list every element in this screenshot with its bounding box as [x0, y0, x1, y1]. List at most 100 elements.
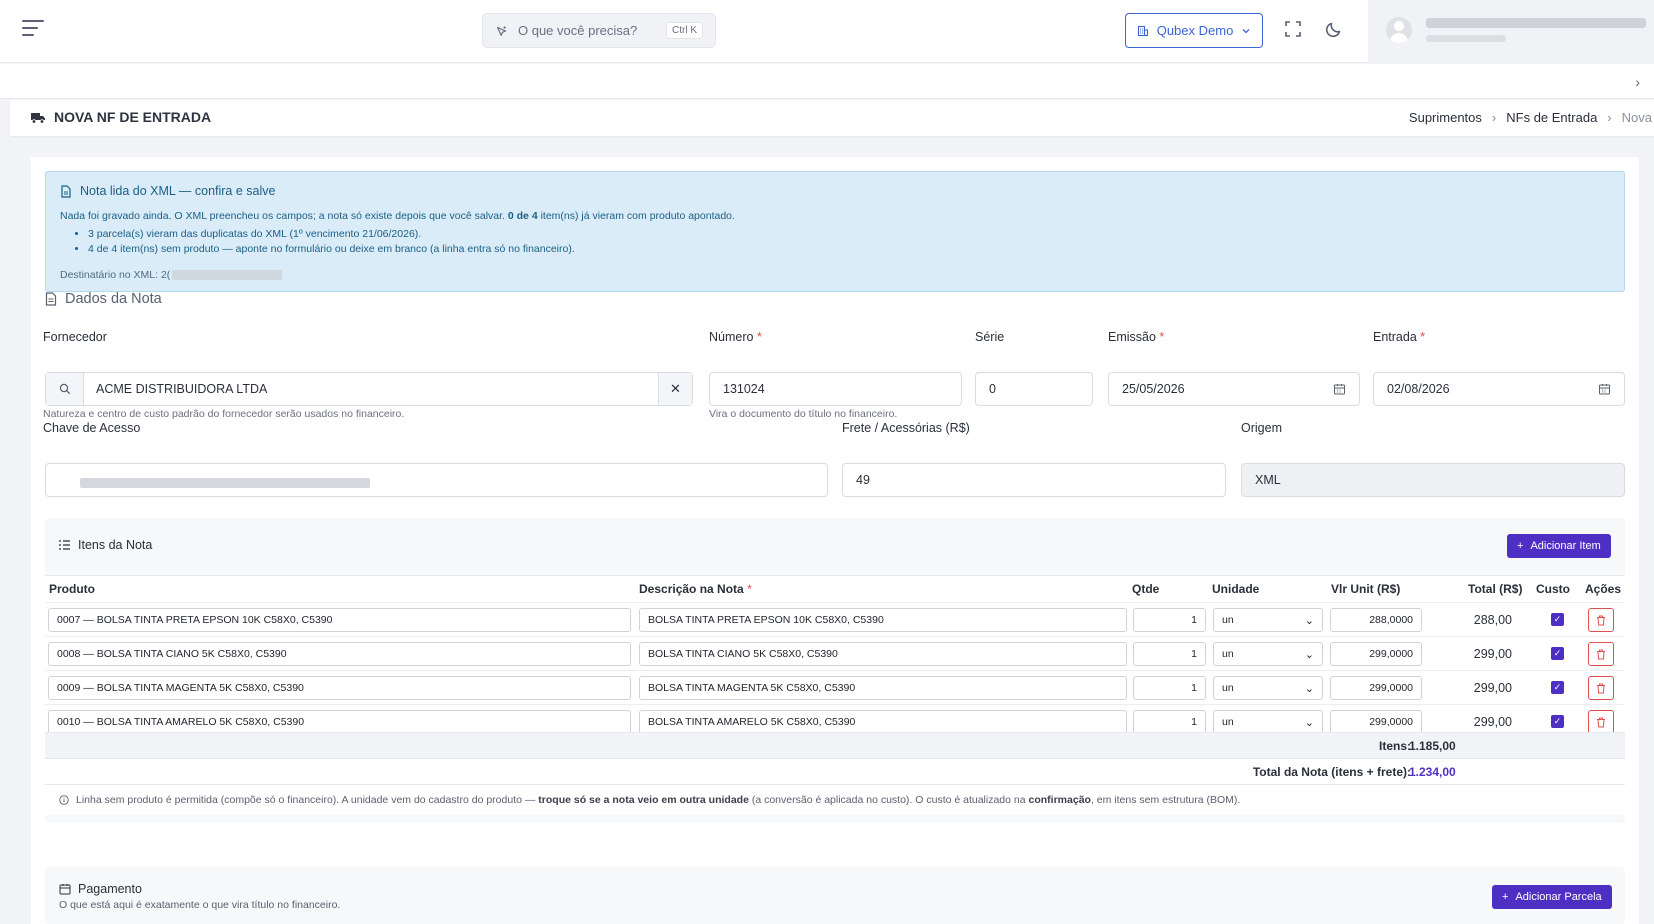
required-mark: *: [1159, 330, 1165, 344]
alert-title-text: Nota lida do XML — confira e salve: [80, 184, 276, 198]
delete-row-button[interactable]: [1588, 676, 1614, 700]
items-help-text: Linha sem produto é permitida (compõe só…: [76, 794, 1240, 806]
serie-label: Série: [975, 330, 1005, 344]
itens-total-label: Itens:: [1378, 739, 1411, 753]
required-mark: *: [1420, 330, 1426, 344]
numero-input[interactable]: 131024: [709, 372, 962, 406]
items-help-note: Linha sem produto é permitida (compõe só…: [45, 784, 1625, 815]
menu-toggle-icon[interactable]: [22, 20, 44, 40]
search-shortcut-badge: Ctrl K: [666, 22, 703, 39]
dark-mode-moon-icon[interactable]: [1324, 19, 1346, 41]
custo-checkbox[interactable]: ✓: [1551, 681, 1564, 694]
trash-icon: [1597, 615, 1605, 625]
row-total: 299,00: [1473, 681, 1512, 695]
document-icon: [45, 292, 57, 306]
chevron-down-icon: ⌄: [1304, 682, 1314, 695]
produto-select[interactable]: 0008 — BOLSA TINTA CIANO 5K C58X0, C5390: [48, 642, 631, 666]
fornecedor-search-button[interactable]: [46, 373, 84, 405]
itens-subtotal-row: Itens: 1.185,00: [45, 732, 1625, 758]
alert-line: Nada foi gravado ainda. O XML preencheu …: [60, 210, 735, 222]
vlr-unit-input[interactable]: 299,0000: [1330, 710, 1422, 734]
unidade-value: un: [1222, 716, 1234, 728]
qtde-input[interactable]: 1: [1133, 676, 1206, 700]
alert-line-text: Nada foi gravado ainda. O XML preencheu …: [60, 210, 508, 222]
breadcrumb-current: Nova: [1621, 110, 1652, 125]
descricao-input[interactable]: BOLSA TINTA MAGENTA 5K C58X0, C5390: [639, 676, 1127, 700]
fornecedor-label: Fornecedor: [43, 330, 107, 344]
row-total: 288,00: [1473, 613, 1512, 627]
company-selector-button[interactable]: Qubex Demo: [1125, 13, 1263, 48]
alert-title: Nota lida do XML — confira e salve: [60, 184, 275, 198]
trash-icon: [1597, 683, 1605, 693]
add-item-button[interactable]: + Adicionar Item: [1507, 534, 1611, 558]
qtde-input[interactable]: 1: [1133, 608, 1206, 632]
add-item-label: Adicionar Item: [1530, 540, 1601, 552]
col-produto: Produto: [49, 582, 95, 596]
delete-row-button[interactable]: [1588, 608, 1614, 632]
payment-title-text: Pagamento: [78, 882, 142, 896]
numero-hint: Vira o documento do título no financeiro…: [709, 408, 898, 420]
note-emphasis: troque só se a nota veio em outra unidad…: [538, 794, 749, 806]
delete-row-button[interactable]: [1588, 642, 1614, 666]
vlr-unit-input[interactable]: 299,0000: [1330, 642, 1422, 666]
section-title-text: Dados da Nota: [65, 291, 162, 307]
produto-select[interactable]: 0009 — BOLSA TINTA MAGENTA 5K C58X0, C53…: [48, 676, 631, 700]
frete-input[interactable]: 49: [842, 463, 1226, 497]
entrada-value: 02/08/2026: [1387, 382, 1450, 396]
emissao-label: Emissão *: [1108, 330, 1164, 344]
required-mark: *: [747, 582, 752, 596]
qtde-input[interactable]: 1: [1133, 642, 1206, 666]
produto-select[interactable]: 0007 — BOLSA TINTA PRETA EPSON 10K C58X0…: [48, 608, 631, 632]
delete-row-button[interactable]: [1588, 710, 1614, 734]
alert-line-text-end: item(ns) já vieram com produto apontado.: [537, 210, 735, 222]
search-icon: [497, 25, 507, 36]
top-bar: O que você precisa? Ctrl K Qubex Demo: [0, 0, 1654, 63]
emissao-date-input[interactable]: 25/05/2026: [1108, 372, 1360, 406]
qtde-input[interactable]: 1: [1133, 710, 1206, 734]
fornecedor-clear-button[interactable]: ✕: [658, 373, 692, 405]
calendar-icon[interactable]: [1598, 383, 1611, 395]
unidade-select[interactable]: un ⌄: [1213, 710, 1323, 734]
payment-title: Pagamento: [59, 882, 142, 896]
fornecedor-field[interactable]: ACME DISTRIBUIDORA LTDA ✕: [45, 372, 693, 406]
unidade-value: un: [1222, 614, 1234, 626]
col-qtde: Qtde: [1132, 582, 1160, 596]
vlr-unit-input[interactable]: 299,0000: [1330, 676, 1422, 700]
serie-input[interactable]: 0: [975, 372, 1093, 406]
alert-bullet: 3 parcela(s) vieram das duplicatas do XM…: [88, 228, 575, 240]
descricao-input[interactable]: BOLSA TINTA AMARELO 5K C58X0, C5390: [639, 710, 1127, 734]
table-row: 0008 — BOLSA TINTA CIANO 5K C58X0, C5390…: [45, 636, 1625, 670]
produto-select[interactable]: 0010 — BOLSA TINTA AMARELO 5K C58X0, C53…: [48, 710, 631, 734]
unidade-select[interactable]: un ⌄: [1213, 642, 1323, 666]
table-row: 0007 — BOLSA TINTA PRETA EPSON 10K C58X0…: [45, 602, 1625, 636]
unidade-select[interactable]: un ⌄: [1213, 608, 1323, 632]
breadcrumb-separator: ›: [1607, 110, 1612, 125]
entrada-date-input[interactable]: 02/08/2026: [1373, 372, 1625, 406]
custo-checkbox[interactable]: ✓: [1551, 647, 1564, 660]
calendar-icon[interactable]: [1333, 383, 1346, 395]
descricao-input[interactable]: BOLSA TINTA CIANO 5K C58X0, C5390: [639, 642, 1127, 666]
payment-subtitle: O que está aqui é exatamente o que vira …: [59, 899, 341, 911]
add-parcela-label: Adicionar Parcela: [1515, 891, 1602, 903]
add-parcela-button[interactable]: + Adicionar Parcela: [1492, 885, 1612, 909]
chevron-down-icon: ⌄: [1304, 648, 1314, 661]
custo-checkbox[interactable]: ✓: [1551, 715, 1564, 728]
info-icon: [59, 795, 69, 805]
breadcrumb-suprimentos[interactable]: Suprimentos: [1409, 110, 1482, 125]
chevron-right-icon[interactable]: ›: [1635, 74, 1640, 90]
unidade-value: un: [1222, 648, 1234, 660]
unidade-value: un: [1222, 682, 1234, 694]
global-search[interactable]: O que você precisa? Ctrl K: [482, 13, 716, 48]
unidade-select[interactable]: un ⌄: [1213, 676, 1323, 700]
chave-acesso-input[interactable]: [45, 463, 828, 497]
custo-checkbox[interactable]: ✓: [1551, 613, 1564, 626]
fornecedor-value[interactable]: ACME DISTRIBUIDORA LTDA: [84, 373, 658, 405]
calendar-money-icon: [59, 884, 71, 895]
search-icon: [59, 383, 70, 395]
breadcrumb-nfs-entrada[interactable]: NFs de Entrada: [1506, 110, 1597, 125]
document-icon: [61, 184, 71, 198]
fullscreen-icon[interactable]: [1283, 19, 1305, 41]
vlr-unit-input[interactable]: 288,0000: [1330, 608, 1422, 632]
descricao-input[interactable]: BOLSA TINTA PRETA EPSON 10K C58X0, C5390: [639, 608, 1127, 632]
user-profile-menu[interactable]: [1368, 0, 1654, 63]
